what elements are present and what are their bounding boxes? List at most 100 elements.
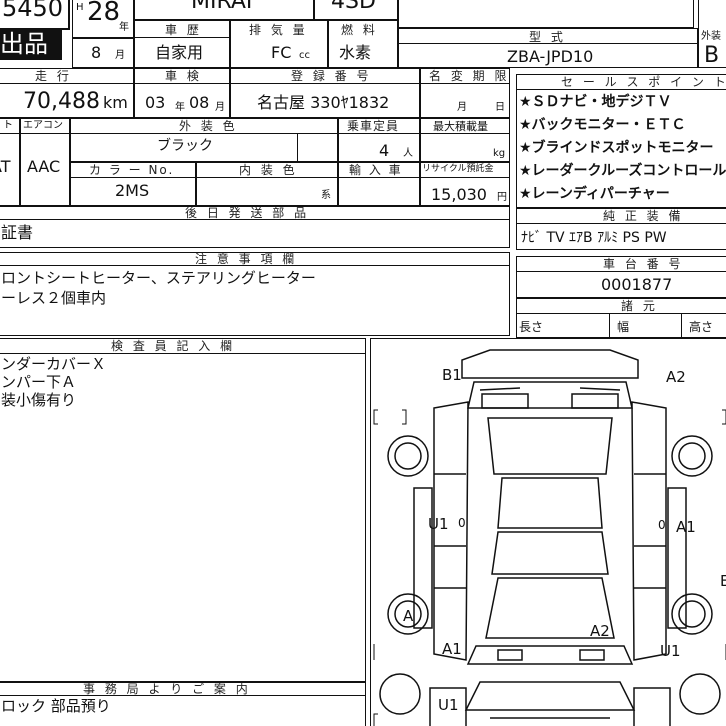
lot-number-box: 5450: [0, 0, 70, 30]
fuel-box: 燃 料 水素: [328, 20, 398, 68]
mark-a2-bottom: A2: [590, 622, 610, 640]
capacity-box: 乗車定員 4 人: [338, 118, 420, 162]
max-load-box: 最大積載量 kg: [420, 118, 510, 162]
notes-label: 注 意 事 項 欄: [195, 252, 298, 266]
sales-point-item: ★レーンディパーチャー: [519, 186, 670, 202]
sales-points-list: ★ＳＤナビ・地デジＴＶ ★バックモニター・ＥＴＣ ★ブラインドスポットモニター …: [519, 95, 726, 210]
exterior-grade-box: 外装 B: [698, 0, 726, 68]
chassis-number: 0001877: [601, 275, 673, 294]
model-code-label: 型 式: [529, 30, 566, 44]
mileage-value: 70,488: [23, 89, 100, 114]
shift-value: AT: [0, 157, 11, 176]
fuel-label: 燃 料: [341, 23, 378, 37]
car-diagram-panel: B1 A2 U1 0 0 A1 E A A1 A2 U1 U1: [370, 338, 726, 726]
recycle-value: 15,030: [431, 185, 487, 204]
mark-b1: B1: [442, 366, 462, 384]
mark-u1-bottom-left: U1: [438, 696, 459, 714]
name-change-month-unit: 月: [457, 102, 467, 113]
plate-box: 登 録 番 号 名古屋 330ﾔ1832: [230, 68, 420, 118]
later-parts-box: 後 日 発 送 部 品 証書: [0, 206, 510, 248]
mark-u1-bottom-right: U1: [660, 642, 681, 660]
notes-box: 注 意 事 項 欄 ロントシートヒーター、ステアリングヒーター ーレス２個車内: [0, 252, 510, 336]
chassis-box: 車 台 番 号 0001877: [516, 256, 726, 298]
displacement-value: FC: [271, 43, 292, 62]
dimension-width: 幅: [617, 320, 630, 334]
exterior-grade-label: 外装: [701, 31, 721, 42]
sales-point-item: ★レーダークルーズコントロール: [519, 163, 726, 179]
model-month: 8: [91, 43, 102, 62]
oem-equipment-label: 純 正 装 備: [603, 209, 684, 223]
recycle-unit: 円: [497, 192, 507, 203]
auction-sheet: 5450 出品 H 28 年 MIRAI 4SD 外装 B 8 月 車 歴 自家…: [0, 0, 726, 726]
year-box: H 28 年: [72, 0, 134, 38]
top-blank-box: [398, 0, 694, 28]
ext-color-label: 外 装 色: [179, 119, 238, 133]
ext-color-box: 外 装 色 ブラック: [70, 118, 338, 162]
lot-number: 5450: [2, 0, 64, 22]
displacement-unit: cc: [299, 50, 310, 61]
model-box: MIRAI: [134, 0, 314, 20]
displacement-box: 排 気 量 FC cc: [230, 20, 328, 68]
model-year: 28: [87, 0, 121, 27]
inspector-line: ンパー下Ａ: [1, 373, 77, 391]
inspector-box: 検 査 員 記 入 欄 ンダーカバーＸ ンパー下Ａ 装小傷有り: [0, 338, 366, 682]
dimension-height: 高さ: [689, 320, 714, 334]
capacity-label: 乗車定員: [347, 119, 400, 133]
sales-points-box: セ ー ル ス ポ イ ン ト ★ＳＤナビ・地デジＴＶ ★バックモニター・ＥＴＣ…: [516, 74, 726, 208]
oem-equipment-value: ﾅﾋﾞ TV ｴｱB ｱﾙﾐ PS PW: [521, 230, 667, 246]
office-value: ロック 部品預り: [1, 697, 111, 715]
oem-equipment-box: 純 正 装 備 ﾅﾋﾞ TV ｴｱB ｱﾙﾐ PS PW: [516, 208, 726, 250]
color-no-box: カ ラ ー No. 2MS: [70, 162, 196, 206]
model-code-value: ZBA-JPD10: [507, 47, 594, 66]
mark-a1-right: A1: [676, 518, 696, 536]
year-unit: 年: [119, 22, 129, 33]
mark-a1-bottom: A1: [442, 640, 462, 658]
notes-line: ーレス２個車内: [1, 289, 107, 307]
inspector-line: 装小傷有り: [1, 391, 77, 409]
body-type-box: 4SD: [314, 0, 398, 20]
mark-zero-left: 0: [458, 516, 466, 530]
exterior-grade-value: B: [704, 43, 720, 68]
inspection-year: 03: [145, 93, 166, 112]
aircon-label: エアコン: [23, 120, 63, 131]
plate-label: 登 録 番 号: [291, 69, 372, 83]
capacity-value: 4: [379, 141, 390, 160]
mileage-label: 走 行: [35, 69, 72, 83]
office-label: 事 務 局 よ り ご 案 内: [83, 682, 251, 696]
recycle-box: リサイクル預託金 15,030 円: [420, 162, 510, 206]
office-box: 事 務 局 よ り ご 案 内 ロック 部品預り: [0, 682, 366, 726]
listing-badge: 出品: [0, 28, 62, 60]
inspection-month: 08: [189, 93, 210, 112]
dimensions-box: 諸 元 長さ 幅 高さ: [516, 298, 726, 338]
ext-color-value: ブラック: [157, 138, 213, 154]
capacity-unit: 人: [403, 148, 413, 159]
dimension-length: 長さ: [519, 320, 544, 334]
aircon-box: エアコン AAC: [20, 118, 70, 206]
later-parts-label: 後 日 発 送 部 品: [185, 206, 310, 220]
chassis-label: 車 台 番 号: [603, 257, 684, 271]
inspection-label: 車 検: [165, 69, 202, 83]
history-box: 車 歴 自家用: [134, 20, 230, 68]
import-label: 輸 入 車: [349, 163, 403, 177]
model-name: MIRAI: [191, 0, 253, 14]
aircon-value: AAC: [27, 157, 61, 176]
inspector-label: 検 査 員 記 入 欄: [111, 339, 236, 353]
sales-point-item: ★バックモニター・ＥＴＣ: [519, 117, 686, 133]
shift-label: ト: [3, 120, 13, 131]
notes-line: ロントシートヒーター、ステアリングヒーター: [1, 269, 316, 287]
history-value: 自家用: [155, 43, 204, 62]
mark-u1-left: U1: [428, 515, 449, 533]
mileage-box: 走 行 70,488 km: [0, 68, 134, 118]
color-no-label: カ ラ ー No.: [89, 163, 175, 177]
import-box: 輸 入 車: [338, 162, 420, 206]
sales-points-label: セ ー ル ス ポ イ ン ト: [561, 75, 726, 89]
inspection-box: 車 検 03 年 08 月: [134, 68, 230, 118]
history-label: 車 歴: [165, 23, 202, 37]
dimensions-label: 諸 元: [621, 299, 658, 313]
int-color-box: 内 装 色 系: [196, 162, 338, 206]
mark-a-circle: A: [403, 607, 414, 625]
month-box: 8 月: [72, 38, 134, 68]
sales-point-item: ★ＳＤナビ・地デジＴＶ: [519, 94, 672, 110]
car-diagram: B1 A2 U1 0 0 A1 E A A1 A2 U1 U1: [373, 349, 726, 726]
name-change-day-unit: 日: [495, 102, 505, 113]
